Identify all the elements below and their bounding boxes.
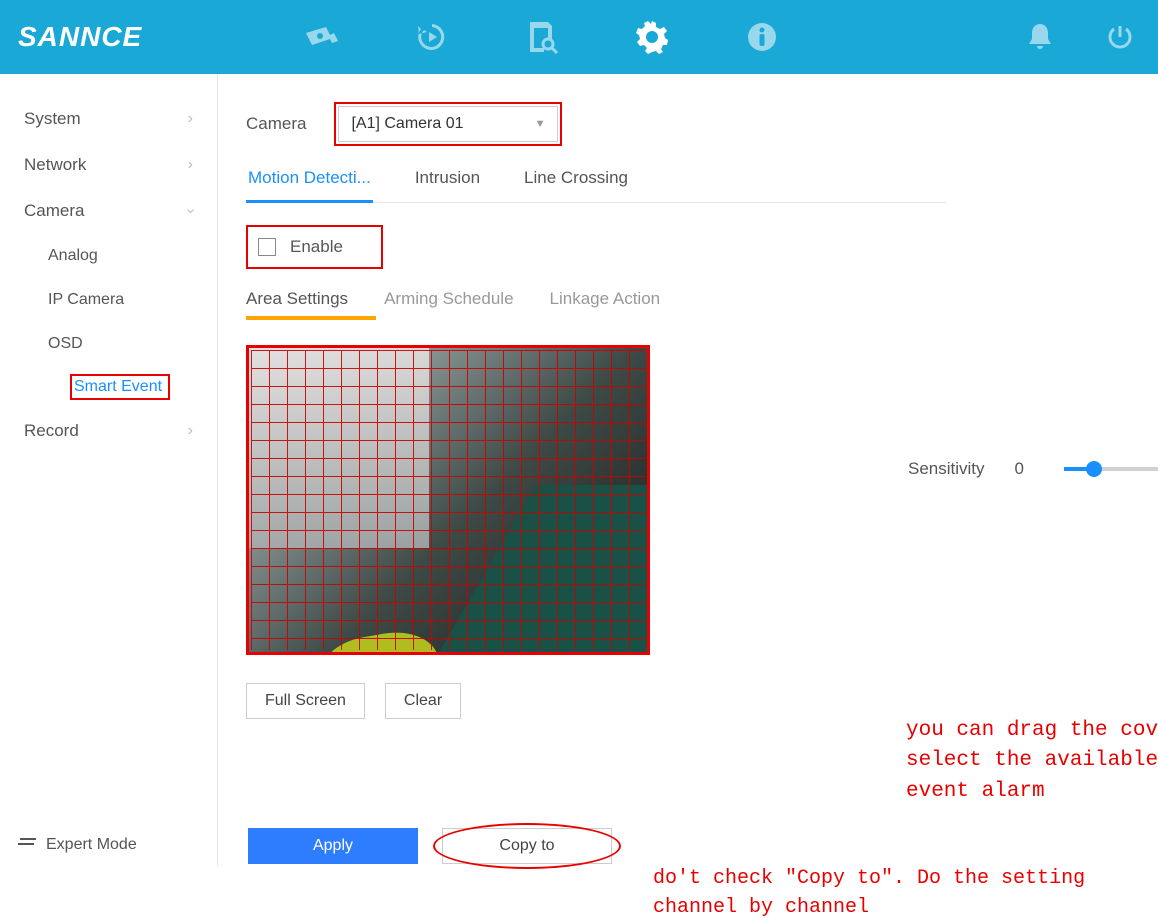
bell-icon[interactable] xyxy=(1020,17,1060,57)
header-right-icons xyxy=(1020,17,1140,57)
tab-intrusion[interactable]: Intrusion xyxy=(413,168,482,202)
sidebar-item-record[interactable]: Record › xyxy=(0,408,217,454)
expert-mode-label: Expert Mode xyxy=(46,836,137,854)
chevron-right-icon: › xyxy=(188,422,193,440)
sidebar-item-system[interactable]: System › xyxy=(0,96,217,142)
motion-area-grid[interactable] xyxy=(246,345,650,655)
dropdown-triangle-icon: ▼ xyxy=(535,118,546,130)
clear-button[interactable]: Clear xyxy=(385,683,461,719)
playback-icon[interactable] xyxy=(412,17,452,57)
apply-button[interactable]: Apply xyxy=(248,828,418,864)
top-header: SANNCE xyxy=(0,0,1158,74)
full-screen-button[interactable]: Full Screen xyxy=(246,683,365,719)
main-content: Camera [A1] Camera 01 ▼ Motion Detecti..… xyxy=(218,74,1158,866)
sidebar-label: System xyxy=(24,109,81,129)
info-icon[interactable] xyxy=(742,17,782,57)
sensitivity-slider[interactable] xyxy=(1064,467,1158,471)
event-tabs: Motion Detecti... Intrusion Line Crossin… xyxy=(246,168,946,203)
annotation-text: you can drag the coverage to select the … xyxy=(906,716,1158,807)
copy-to-button[interactable]: Copy to xyxy=(442,828,612,864)
tab-motion-detection[interactable]: Motion Detecti... xyxy=(246,168,373,203)
copy-to-label: Copy to xyxy=(499,837,554,855)
sidebar: System › Network › Camera › Analog IP Ca… xyxy=(0,74,218,866)
annotation-highlight-box: Smart Event xyxy=(70,374,170,400)
sensitivity-min: 0 xyxy=(1015,459,1024,479)
sensitivity-label: Sensitivity xyxy=(908,459,985,479)
liveview-icon[interactable] xyxy=(302,17,342,57)
annotation-text: do't check "Copy to". Do the setting cha… xyxy=(653,864,1158,922)
expert-mode-toggle[interactable]: Expert Mode xyxy=(0,824,217,866)
settings-icon[interactable] xyxy=(632,17,672,57)
brand-logo: SANNCE xyxy=(18,21,142,53)
camera-select-value: [A1] Camera 01 xyxy=(351,115,463,133)
chevron-down-icon: › xyxy=(181,208,199,213)
sidebar-item-smart-event[interactable]: Smart Event xyxy=(74,378,162,395)
sidebar-item-analog[interactable]: Analog xyxy=(28,234,217,278)
camera-select[interactable]: [A1] Camera 01 ▼ xyxy=(338,106,558,142)
subtab-area-settings[interactable]: Area Settings xyxy=(246,289,348,319)
sub-tabs: Area Settings Arming Schedule Linkage Ac… xyxy=(246,289,1158,319)
annotation-highlight-box: Enable xyxy=(246,225,383,269)
enable-label: Enable xyxy=(290,237,343,257)
tab-line-crossing[interactable]: Line Crossing xyxy=(522,168,630,202)
enable-checkbox[interactable] xyxy=(258,238,276,256)
footer-buttons: Apply Copy to xyxy=(248,828,612,864)
nav-icons xyxy=(302,17,782,57)
subtab-arming-schedule[interactable]: Arming Schedule xyxy=(384,289,513,319)
sidebar-label: Record xyxy=(24,421,79,441)
chevron-right-icon: › xyxy=(188,156,193,174)
sidebar-label: Network xyxy=(24,155,86,175)
camera-label: Camera xyxy=(246,114,306,134)
sidebar-item-network[interactable]: Network › xyxy=(0,142,217,188)
chevron-right-icon: › xyxy=(188,110,193,128)
sidebar-item-ipcamera[interactable]: IP Camera xyxy=(28,278,217,322)
subtab-linkage-action[interactable]: Linkage Action xyxy=(550,289,661,319)
annotation-highlight-box: [A1] Camera 01 ▼ xyxy=(334,102,562,146)
sidebar-item-camera[interactable]: Camera › xyxy=(0,188,217,234)
sidebar-label: Camera xyxy=(24,201,84,221)
sidebar-item-osd[interactable]: OSD xyxy=(28,322,217,366)
detection-grid-overlay xyxy=(251,350,645,650)
sensitivity-row: Sensitivity 0 100 20 xyxy=(908,452,1158,486)
slider-handle[interactable] xyxy=(1086,461,1102,477)
power-icon[interactable] xyxy=(1100,17,1140,57)
sidebar-subitems-camera: Analog IP Camera OSD Smart Event xyxy=(0,234,217,408)
filesearch-icon[interactable] xyxy=(522,17,562,57)
expert-mode-icon xyxy=(18,838,36,852)
